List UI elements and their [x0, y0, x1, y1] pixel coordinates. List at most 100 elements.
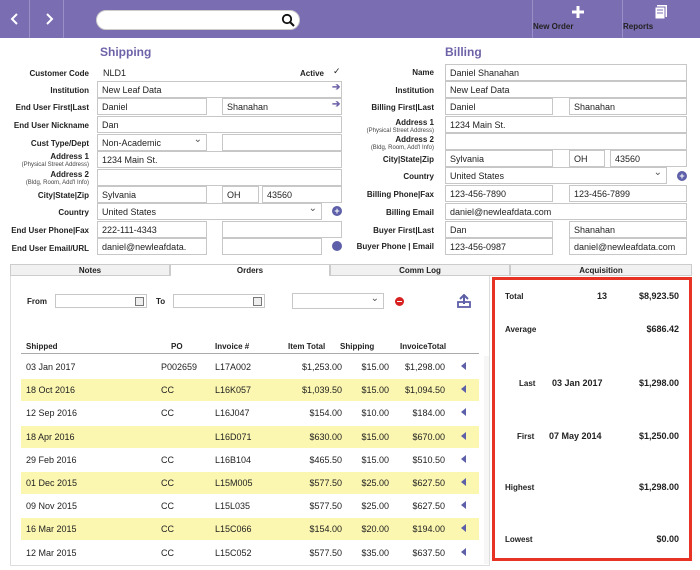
- search-input[interactable]: [96, 10, 300, 30]
- add-icon[interactable]: +: [677, 171, 687, 181]
- address2-field[interactable]: [97, 169, 342, 186]
- row-detail-arrow-icon[interactable]: [461, 408, 466, 417]
- table-row[interactable]: 16 Mar 2015 CC L15C066 $154.00 $20.00 $194.00: [21, 518, 479, 541]
- column-header-po[interactable]: PO: [171, 342, 183, 351]
- cust-type-select[interactable]: Non-Academic: [97, 134, 207, 151]
- city-field[interactable]: Sylvania: [97, 186, 207, 203]
- end-user-last-field[interactable]: Shanahan: [222, 98, 342, 115]
- reports-button[interactable]: Reports: [622, 0, 700, 38]
- scrollbar[interactable]: [484, 356, 489, 564]
- cell-shipping: $15.00: [361, 454, 389, 465]
- buyer-phone-field[interactable]: 123-456-0987: [445, 238, 553, 255]
- cell-item-total: $577.50: [309, 547, 342, 558]
- table-row[interactable]: 12 Sep 2016 CC L16J047 $154.00 $10.00 $184.00: [21, 402, 479, 424]
- buyer-email-field[interactable]: daniel@newleafdata.com: [569, 238, 687, 255]
- table-row[interactable]: 01 Dec 2015 CC L15M005 $577.50 $25.00 $627.50: [21, 472, 479, 494]
- billing-country-select[interactable]: United States: [445, 167, 667, 184]
- address2-label: Address 2 (Bldg, Room, Add'l Info): [26, 170, 89, 188]
- back-button[interactable]: [0, 0, 30, 38]
- table-row[interactable]: 18 Oct 2016 CC L16K057 $1,039.50 $15.00 $1,09…: [21, 379, 479, 402]
- row-detail-arrow-icon[interactable]: [461, 454, 466, 463]
- table-row[interactable]: 03 Jan 2017 P002659 L17A002 $1,253.00 $15.00…: [21, 356, 479, 378]
- end-user-fax-field[interactable]: [222, 221, 342, 238]
- billing-institution-label: Institution: [395, 86, 434, 95]
- table-row[interactable]: 09 Nov 2015 CC L15L035 $577.50 $25.00 $627.50: [21, 495, 479, 517]
- row-detail-arrow-icon[interactable]: [461, 501, 466, 510]
- zip-field[interactable]: 43560: [262, 186, 342, 203]
- cell-po: P002659: [161, 362, 198, 372]
- billing-city-field[interactable]: Sylvania: [445, 150, 553, 167]
- tab-acquisition[interactable]: Acquisition: [510, 264, 692, 276]
- cell-po: CC: [161, 408, 174, 419]
- new-order-button[interactable]: New Order: [532, 0, 622, 38]
- country-select[interactable]: United States: [97, 203, 322, 220]
- billing-first-field[interactable]: Daniel: [445, 98, 553, 115]
- row-detail-arrow-icon[interactable]: [461, 524, 466, 533]
- row-detail-arrow-icon[interactable]: [461, 362, 466, 370]
- from-date-field[interactable]: [55, 294, 147, 308]
- active-label: Active: [299, 69, 324, 78]
- end-user-phone-field[interactable]: 222-111-4343: [97, 221, 207, 238]
- end-user-email-field[interactable]: daniel@newleafdata.: [97, 238, 207, 255]
- institution-field[interactable]: New Leaf Data: [97, 81, 342, 98]
- to-label: To: [156, 297, 166, 306]
- address2-sublabel: (Bldg, Room, Add'l Info): [25, 180, 89, 186]
- reports-label: Reports: [623, 22, 654, 31]
- end-user-first-field[interactable]: Daniel: [97, 98, 207, 115]
- cell-invoice: L15C066: [215, 524, 252, 535]
- billing-address1-field[interactable]: 1234 Main St.: [445, 116, 687, 133]
- globe-icon[interactable]: [332, 241, 342, 251]
- search-icon[interactable]: [281, 13, 295, 27]
- row-detail-arrow-icon[interactable]: [461, 385, 466, 394]
- active-checkbox[interactable]: ✓: [333, 67, 342, 76]
- state-field[interactable]: OH: [222, 186, 259, 203]
- billing-zip-field[interactable]: 43560: [610, 150, 687, 167]
- cell-invoice-total: $184.00: [412, 408, 445, 419]
- column-header-invoice-total[interactable]: InvoiceTotal: [400, 342, 446, 351]
- tab-orders[interactable]: Orders: [170, 264, 330, 276]
- buyer-last-field[interactable]: Shanahan: [569, 221, 687, 238]
- address1-field[interactable]: 1234 Main St.: [97, 151, 342, 168]
- to-date-field[interactable]: [173, 294, 265, 308]
- billing-institution-field[interactable]: New Leaf Data: [445, 81, 687, 98]
- calendar-icon[interactable]: [253, 297, 262, 306]
- row-detail-arrow-icon[interactable]: [461, 478, 466, 486]
- billing-email-field[interactable]: daniel@newleafdata.com: [445, 203, 687, 220]
- billing-name-field[interactable]: Daniel Shanahan: [445, 64, 687, 81]
- cell-invoice: L16B104: [215, 454, 252, 465]
- copy-arrow-icon[interactable]: ➔: [332, 99, 340, 110]
- dept-field[interactable]: [222, 134, 342, 151]
- cell-shipped: 12 Mar 2015: [26, 547, 77, 558]
- row-detail-arrow-icon[interactable]: [461, 547, 466, 556]
- billing-phone-field[interactable]: 123-456-7890: [445, 185, 553, 202]
- clear-filter-icon[interactable]: [395, 297, 404, 306]
- tab-comm-log[interactable]: Comm Log: [330, 264, 510, 276]
- cell-shipped: 16 Mar 2015: [26, 524, 77, 535]
- buyer-first-field[interactable]: Dan: [445, 221, 553, 238]
- cell-po: CC: [161, 385, 174, 396]
- export-icon[interactable]: [457, 294, 471, 308]
- cell-po: CC: [161, 454, 174, 465]
- column-header-invoice[interactable]: Invoice #: [215, 342, 249, 351]
- billing-country-label: Country: [403, 172, 434, 181]
- add-icon[interactable]: +: [332, 206, 342, 216]
- cell-invoice: L15C052: [215, 547, 252, 558]
- copy-arrow-icon[interactable]: ➔: [332, 82, 340, 93]
- calendar-icon[interactable]: [135, 297, 144, 306]
- billing-state-field[interactable]: OH: [569, 150, 605, 167]
- end-user-url-field[interactable]: [222, 238, 322, 255]
- table-row[interactable]: 12 Mar 2015 CC L15C052 $577.50 $35.00 $637.50: [21, 542, 479, 564]
- billing-last-field[interactable]: Shanahan: [569, 98, 687, 115]
- billing-address2-field[interactable]: [445, 133, 687, 150]
- billing-fax-field[interactable]: 123-456-7899: [569, 185, 687, 202]
- row-detail-arrow-icon[interactable]: [461, 431, 466, 440]
- forward-button[interactable]: [34, 0, 64, 38]
- nickname-field[interactable]: Dan: [97, 116, 342, 133]
- table-row[interactable]: 29 Feb 2016 CC L16B104 $465.50 $15.00 $510.50: [21, 449, 479, 471]
- column-header-item-total[interactable]: Item Total: [288, 342, 325, 351]
- column-header-shipped[interactable]: Shipped: [26, 342, 58, 351]
- table-row[interactable]: 18 Apr 2016 L16D071 $630.00 $15.00 $670.00: [21, 425, 479, 448]
- column-header-shipping[interactable]: Shipping: [340, 342, 374, 351]
- tab-notes[interactable]: Notes: [10, 264, 170, 276]
- filter-select[interactable]: [292, 293, 384, 309]
